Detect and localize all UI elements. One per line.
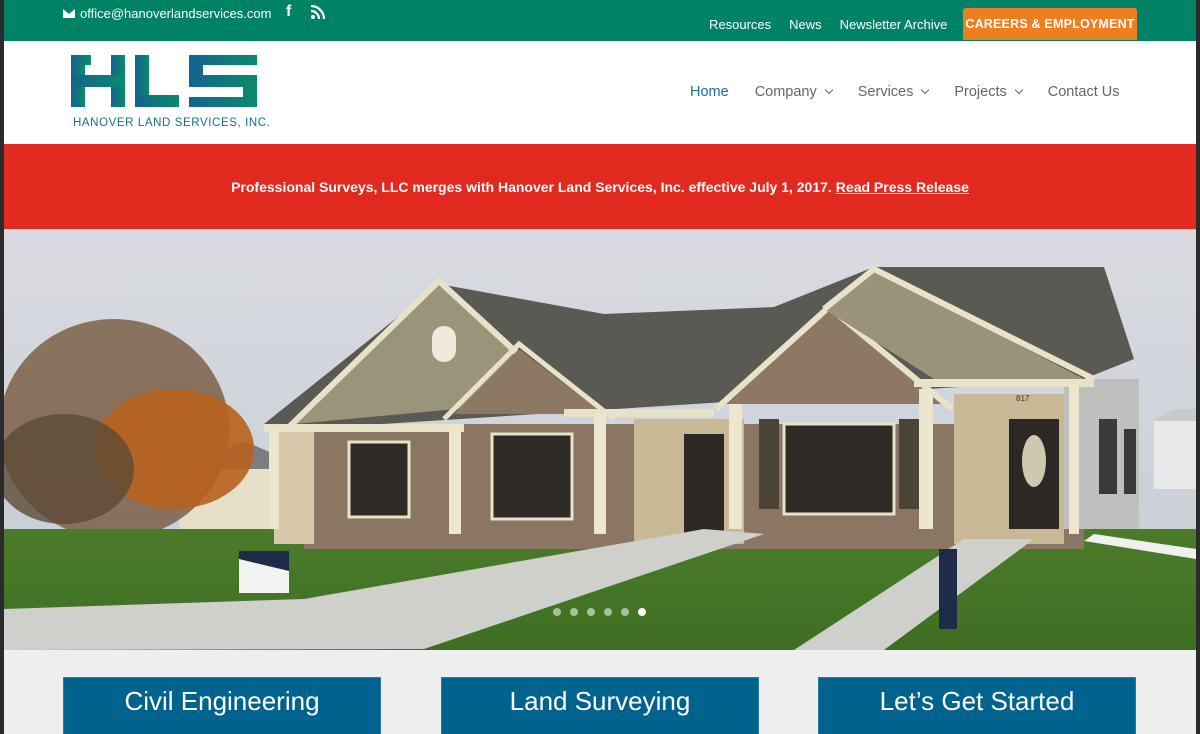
nav-home[interactable]: Home: [690, 84, 729, 100]
nav-projects[interactable]: Projects: [954, 84, 1023, 100]
email-link[interactable]: office@hanoverlandservices.com: [63, 6, 271, 21]
top-link-resources[interactable]: Resources: [709, 17, 771, 32]
get-started-button[interactable]: Let’s Get Started: [818, 677, 1136, 734]
logo-mark: [71, 55, 257, 107]
slide-dot-5[interactable]: [621, 608, 629, 616]
header: HANOVER LAND SERVICES, INC. Home Company…: [4, 41, 1196, 144]
top-link-newsletter-archive[interactable]: Newsletter Archive: [840, 17, 948, 32]
nav-company-label: Company: [754, 84, 817, 100]
nav-contact-us[interactable]: Contact Us: [1048, 84, 1120, 100]
slide-dot-6-active[interactable]: [638, 608, 646, 616]
hero-image: 817: [4, 229, 1196, 650]
logo-tagline: HANOVER LAND SERVICES, INC.: [73, 117, 271, 129]
hero-slider[interactable]: 817: [4, 229, 1196, 650]
nav-services[interactable]: Services: [857, 84, 930, 100]
main-nav: Home Company Services Projects Contact U…: [690, 84, 1119, 100]
nav-contact-label: Contact Us: [1047, 84, 1120, 100]
nav-projects-label: Projects: [954, 84, 1007, 100]
top-link-news[interactable]: News: [789, 17, 822, 32]
nav-services-label: Services: [857, 84, 914, 100]
envelope-icon: [63, 9, 75, 18]
slide-dot-1[interactable]: [553, 608, 561, 616]
chevron-down-icon: [921, 85, 930, 95]
slide-dot-3[interactable]: [587, 608, 595, 616]
rss-icon[interactable]: [310, 4, 327, 21]
top-links: Resources News Newsletter Archive: [709, 17, 947, 32]
announcement-bar: Professional Surveys, LLC merges with Ha…: [4, 144, 1196, 229]
careers-button[interactable]: CAREERS & EMPLOYMENT: [963, 8, 1137, 40]
house-number: 817: [1016, 394, 1030, 403]
page: office@hanoverlandservices.com f Resourc…: [4, 0, 1196, 734]
nav-company[interactable]: Company: [754, 84, 833, 100]
slide-dot-2[interactable]: [570, 608, 578, 616]
land-surveying-button[interactable]: Land Surveying: [441, 677, 759, 734]
chevron-down-icon: [824, 85, 833, 95]
press-release-link[interactable]: Read Press Release: [836, 179, 969, 195]
logo[interactable]: HANOVER LAND SERVICES, INC.: [71, 55, 270, 133]
slider-pagination: [553, 608, 646, 616]
chevron-down-icon: [1014, 85, 1023, 95]
announcement-text: Professional Surveys, LLC merges with Ha…: [231, 178, 832, 195]
nav-home-label: Home: [690, 84, 729, 100]
services-section: Civil Engineering Land Surveying Let’s G…: [4, 650, 1196, 734]
facebook-icon[interactable]: f: [286, 3, 291, 21]
slide-dot-4[interactable]: [604, 608, 612, 616]
email-text: office@hanoverlandservices.com: [80, 6, 272, 21]
top-bar: office@hanoverlandservices.com f Resourc…: [4, 0, 1196, 41]
civil-engineering-button[interactable]: Civil Engineering: [63, 677, 381, 734]
